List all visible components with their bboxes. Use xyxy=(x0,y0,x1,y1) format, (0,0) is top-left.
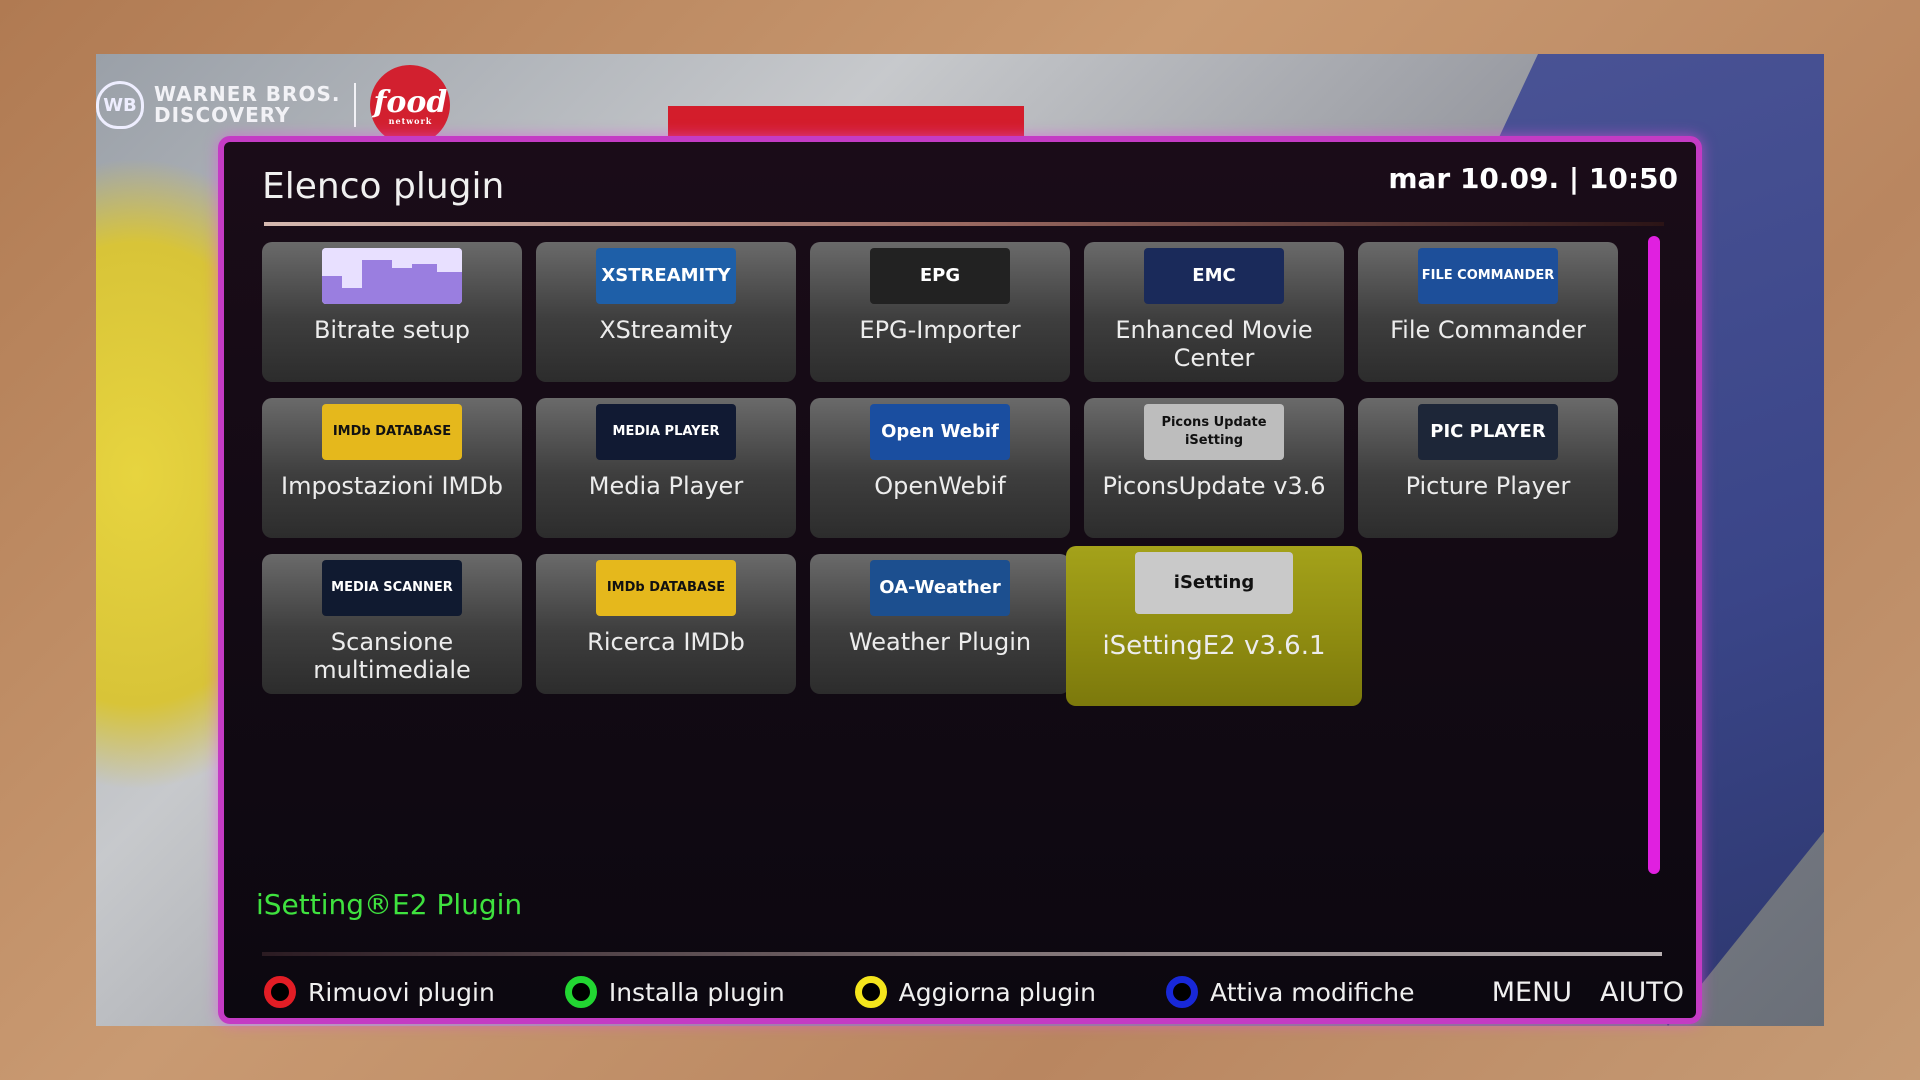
plugin-tile-label: Weather Plugin xyxy=(848,628,1032,656)
green-key-button[interactable]: Installa plugin xyxy=(564,976,785,1008)
plugin-tile-label: XStreamity xyxy=(599,316,733,344)
blue-key-button[interactable]: Attiva modifiche xyxy=(1166,976,1415,1008)
plugin-tile[interactable]: FILE COMMANDER File Commander xyxy=(1358,242,1618,382)
imdb-database-icon: IMDb DATABASE xyxy=(322,404,462,460)
isetting-icon: iSetting xyxy=(1135,552,1293,614)
title-divider xyxy=(264,222,1664,226)
plugin-tile[interactable]: iSetting iSettingE2 v3.6.1 xyxy=(1066,546,1362,706)
picons-update-icon: Picons Update iSetting xyxy=(1144,404,1284,460)
red-key-button[interactable]: Rimuovi plugin xyxy=(264,976,495,1008)
plugin-grid: Bitrate setup XSTREAMITY XStreamity EPG EPG-… xyxy=(262,242,1618,712)
clock: mar 10.09. | 10:50 xyxy=(1388,162,1678,195)
plugin-tile-label: OpenWebif xyxy=(874,472,1006,500)
plugin-tile[interactable]: EMC Enhanced Movie Center xyxy=(1084,242,1344,382)
green-key-label: Installa plugin xyxy=(608,977,785,1007)
plugin-tile[interactable]: Open Webif OpenWebif xyxy=(810,398,1070,538)
epg-icon: EPG xyxy=(870,248,1010,304)
plugin-tile-label: Scansione multimediale xyxy=(313,628,471,684)
plugin-tile[interactable]: OA-Weather Weather Plugin xyxy=(810,554,1070,694)
plugin-tile[interactable]: MEDIA PLAYER Media Player xyxy=(536,398,796,538)
media-scanner-icon: MEDIA SCANNER xyxy=(322,560,462,616)
yellow-key-button[interactable]: Aggiorna plugin xyxy=(854,976,1097,1008)
blue-key-label: Attiva modifiche xyxy=(1210,977,1415,1007)
yellow-key-label: Aggiorna plugin xyxy=(898,977,1097,1007)
wb-shield-icon: WB xyxy=(96,81,144,129)
selected-plugin-description: iSetting®E2 Plugin xyxy=(256,888,523,921)
channel-logo-text: food xyxy=(373,84,448,120)
plugin-tile[interactable]: PIC PLAYER Picture Player xyxy=(1358,398,1618,538)
plugin-tile[interactable]: Bitrate setup xyxy=(262,242,522,382)
plugin-tile-label: Bitrate setup xyxy=(313,316,471,344)
plugin-tile-label: Media Player xyxy=(588,472,744,500)
footer-divider xyxy=(262,952,1662,956)
weather-icon: OA-Weather xyxy=(870,560,1010,616)
imdb-search-icon: IMDb DATABASE xyxy=(596,560,736,616)
channel-logo-sub: network xyxy=(388,115,433,126)
plugin-tile[interactable]: EPG EPG-Importer xyxy=(810,242,1070,382)
menu-key-button[interactable]: MENU xyxy=(1492,977,1572,1008)
plugin-tile-label: iSettingE2 v3.6.1 xyxy=(1102,631,1326,661)
plugin-tile[interactable]: IMDb DATABASE Impostazioni IMDb xyxy=(262,398,522,538)
network-logo-line1: WARNER BROS. xyxy=(154,82,341,106)
emc-icon: EMC xyxy=(1144,248,1284,304)
picture-player-icon: PIC PLAYER xyxy=(1418,404,1558,460)
help-key-button[interactable]: AIUTO xyxy=(1600,977,1684,1008)
network-logo-line2: DISCOVERY xyxy=(154,103,291,127)
plugin-tile-label: Impostazioni IMDb xyxy=(281,472,503,500)
plugin-tile-label: Picture Player xyxy=(1405,472,1571,500)
plugin-tile[interactable]: XSTREAMITY XStreamity xyxy=(536,242,796,382)
plugin-tile[interactable]: Picons Update iSetting PiconsUpdate v3.6 xyxy=(1084,398,1344,538)
red-key-icon xyxy=(264,976,296,1008)
plugin-tile-label: File Commander xyxy=(1390,316,1586,344)
blue-key-icon xyxy=(1166,976,1199,1008)
plugin-tile-label: Enhanced Movie Center xyxy=(1115,316,1313,372)
plugin-tile-label: Ricerca IMDb xyxy=(587,628,745,656)
bitrate-icon xyxy=(322,248,462,304)
plugin-tile-label: PiconsUpdate v3.6 xyxy=(1102,472,1326,500)
yellow-key-icon xyxy=(854,976,887,1008)
file-commander-icon: FILE COMMANDER xyxy=(1418,248,1558,304)
food-network-logo: food network xyxy=(370,65,451,145)
red-key-label: Rimuovi plugin xyxy=(308,977,495,1007)
color-key-bar: Rimuovi plugin Installa plugin Aggiorna … xyxy=(264,972,1684,1012)
plugin-tile-label: EPG-Importer xyxy=(859,316,1021,344)
xstreamity-icon: XSTREAMITY xyxy=(596,248,736,304)
green-key-icon xyxy=(564,976,597,1008)
plugin-tile[interactable]: IMDb DATABASE Ricerca IMDb xyxy=(536,554,796,694)
openwebif-icon: Open Webif xyxy=(870,404,1010,460)
media-player-icon: MEDIA PLAYER xyxy=(596,404,736,460)
page-title: Elenco plugin xyxy=(262,166,505,207)
network-logo: WARNER BROS. DISCOVERY xyxy=(154,84,340,126)
plugin-tile[interactable]: MEDIA SCANNER Scansione multimediale xyxy=(262,554,522,694)
scrollbar[interactable] xyxy=(1648,236,1660,874)
logo-divider xyxy=(354,83,357,127)
plugin-browser-window: Elenco plugin mar 10.09. | 10:50 Bitrate… xyxy=(218,136,1702,1024)
